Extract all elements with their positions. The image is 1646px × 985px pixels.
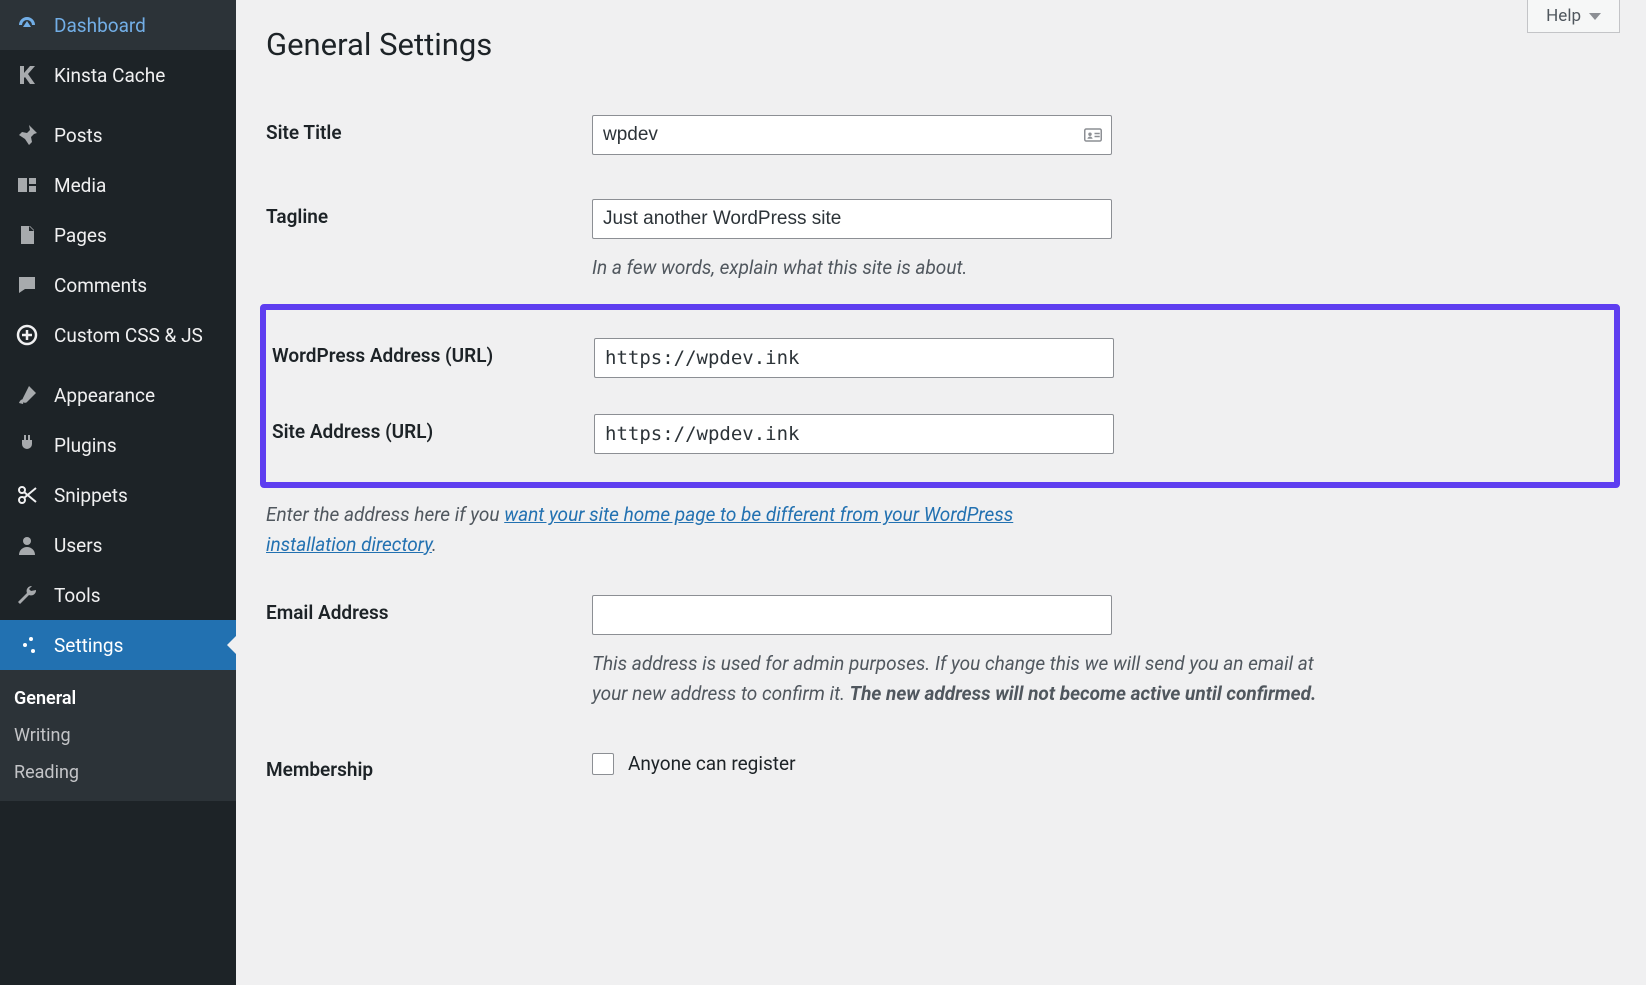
- plus-circle-icon: [14, 322, 40, 348]
- user-icon: [14, 532, 40, 558]
- label-email: Email Address: [266, 595, 592, 624]
- site-title-input[interactable]: [592, 115, 1112, 155]
- sidebar-item-dashboard[interactable]: Dashboard: [0, 0, 236, 50]
- sidebar-item-snippets[interactable]: Snippets: [0, 470, 236, 520]
- sidebar-item-posts[interactable]: Posts: [0, 110, 236, 160]
- main-content: Help General Settings Site Title: [236, 0, 1646, 985]
- sidebar-item-label: Dashboard: [54, 14, 146, 37]
- label-membership: Membership: [266, 752, 592, 781]
- site-url-description: Enter the address here if you want your …: [266, 500, 1026, 559]
- label-site-url: Site Address (URL): [268, 414, 594, 443]
- general-settings-form: Site Title Tagline In a: [266, 93, 1620, 803]
- sidebar-item-appearance[interactable]: Appearance: [0, 370, 236, 420]
- help-tab[interactable]: Help: [1527, 0, 1620, 33]
- sidebar-item-settings[interactable]: Settings: [0, 620, 236, 670]
- chevron-down-icon: [1589, 13, 1601, 20]
- email-input[interactable]: [592, 595, 1112, 635]
- scissors-icon: [14, 482, 40, 508]
- sidebar-item-label: Settings: [54, 634, 123, 657]
- row-wp-url: WordPress Address (URL): [268, 320, 1614, 396]
- site-url-input[interactable]: [594, 414, 1114, 454]
- tagline-description: In a few words, explain what this site i…: [592, 253, 1352, 282]
- label-tagline: Tagline: [266, 199, 592, 228]
- sidebar-item-kinsta-cache[interactable]: Kinsta Cache: [0, 50, 236, 100]
- admin-sidebar: Dashboard Kinsta Cache Posts Media Pages Comm…: [0, 0, 236, 985]
- sidebar-item-label: Comments: [54, 274, 147, 297]
- sidebar-item-label: Pages: [54, 224, 107, 247]
- sidebar-item-label: Kinsta Cache: [54, 64, 165, 87]
- sidebar-item-users[interactable]: Users: [0, 520, 236, 570]
- url-highlight-box: WordPress Address (URL) Site Address (UR…: [260, 304, 1620, 488]
- sidebar-subitem-reading[interactable]: Reading: [0, 754, 236, 791]
- sliders-icon: [14, 632, 40, 658]
- membership-checkbox-text: Anyone can register: [628, 752, 796, 775]
- sidebar-item-custom-css-js[interactable]: Custom CSS & JS: [0, 310, 236, 360]
- row-membership: Membership Anyone can register: [266, 730, 1620, 803]
- membership-checkbox-label[interactable]: Anyone can register: [592, 752, 796, 775]
- sidebar-item-media[interactable]: Media: [0, 160, 236, 210]
- pin-icon: [14, 122, 40, 148]
- sidebar-item-label: Users: [54, 534, 102, 557]
- wordpress-url-input[interactable]: [594, 338, 1114, 378]
- sidebar-item-tools[interactable]: Tools: [0, 570, 236, 620]
- page-icon: [14, 222, 40, 248]
- label-wp-url: WordPress Address (URL): [268, 338, 594, 367]
- plug-icon: [14, 432, 40, 458]
- contact-card-icon: [1082, 126, 1104, 144]
- wrench-icon: [14, 582, 40, 608]
- sidebar-item-label: Plugins: [54, 434, 117, 457]
- sidebar-item-label: Snippets: [54, 484, 128, 507]
- email-description: This address is used for admin purposes.…: [592, 649, 1352, 708]
- membership-checkbox[interactable]: [592, 753, 614, 775]
- sidebar-item-pages[interactable]: Pages: [0, 210, 236, 260]
- gauge-icon: [14, 12, 40, 38]
- tagline-input[interactable]: [592, 199, 1112, 239]
- sidebar-item-comments[interactable]: Comments: [0, 260, 236, 310]
- row-site-url: Site Address (URL): [268, 396, 1614, 472]
- sidebar-item-label: Appearance: [54, 384, 155, 407]
- label-site-title: Site Title: [266, 115, 592, 144]
- row-email: Email Address This address is used for a…: [266, 573, 1620, 730]
- row-tagline: Tagline In a few words, explain what thi…: [266, 177, 1620, 304]
- sidebar-item-label: Custom CSS & JS: [54, 324, 203, 347]
- page-title: General Settings: [266, 26, 1620, 63]
- sidebar-item-plugins[interactable]: Plugins: [0, 420, 236, 470]
- sidebar-subitem-general[interactable]: General: [0, 680, 236, 717]
- sidebar-item-label: Media: [54, 174, 106, 197]
- help-label: Help: [1546, 6, 1581, 26]
- media-icon: [14, 172, 40, 198]
- sidebar-item-label: Posts: [54, 124, 103, 147]
- settings-submenu: GeneralWritingReading: [0, 670, 236, 801]
- row-site-title: Site Title: [266, 93, 1620, 177]
- brush-icon: [14, 382, 40, 408]
- k-letter-icon: [14, 62, 40, 88]
- sidebar-item-label: Tools: [54, 584, 101, 607]
- comment-icon: [14, 272, 40, 298]
- sidebar-subitem-writing[interactable]: Writing: [0, 717, 236, 754]
